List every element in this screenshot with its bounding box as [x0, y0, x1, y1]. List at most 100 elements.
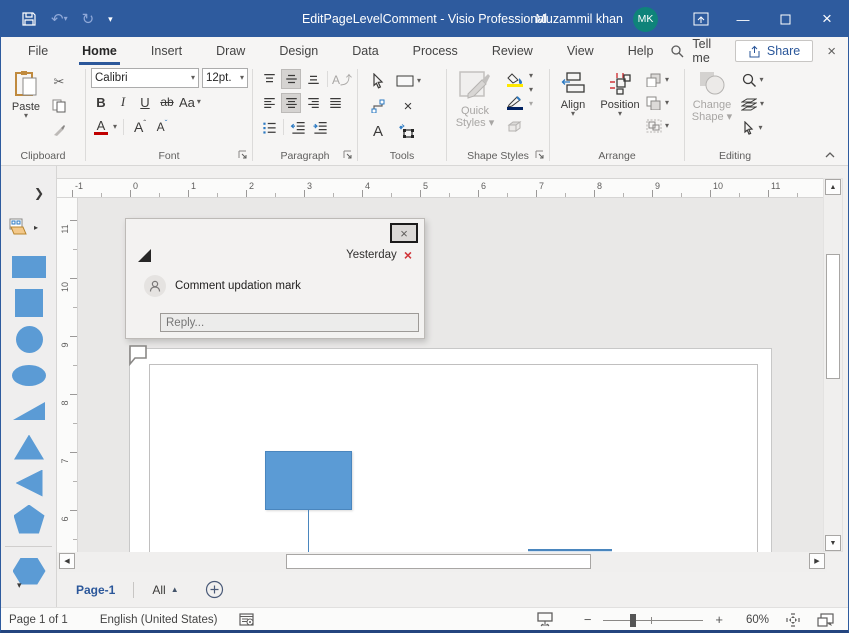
paragraph-dialog-launcher-icon[interactable]: [343, 150, 355, 162]
decrease-indent-icon[interactable]: [288, 117, 308, 137]
tab-insert[interactable]: Insert: [134, 37, 199, 65]
zoom-slider[interactable]: [603, 613, 703, 627]
new-page-button[interactable]: [205, 580, 224, 599]
maximize-button[interactable]: [764, 1, 806, 37]
fill-color-caret[interactable]: ▾: [529, 73, 533, 79]
scroll-down-icon[interactable]: ▼: [825, 535, 841, 551]
panel-more-icon[interactable]: ▾: [17, 580, 22, 591]
fit-page-icon[interactable]: [785, 612, 801, 628]
rectangle-shape[interactable]: [265, 451, 352, 510]
align-bottom-icon[interactable]: [303, 69, 323, 89]
copy-icon[interactable]: [49, 96, 69, 116]
font-color-button[interactable]: A: [91, 117, 111, 137]
tab-help[interactable]: Help: [611, 37, 671, 65]
tab-data[interactable]: Data: [335, 37, 395, 65]
reply-input[interactable]: [160, 313, 419, 332]
cut-icon[interactable]: ✂: [49, 72, 69, 92]
rectangle-tool-icon[interactable]: ▾: [396, 71, 421, 91]
zoom-in-icon[interactable]: +: [711, 612, 727, 627]
comment-bubble-icon[interactable]: [128, 344, 149, 366]
switch-windows-icon[interactable]: [817, 613, 834, 627]
redo-icon[interactable]: ↻: [82, 10, 95, 28]
grow-font-button[interactable]: Aˆ: [130, 117, 150, 137]
align-button[interactable]: Align ▾: [552, 68, 594, 147]
font-color-caret[interactable]: ▾: [113, 124, 117, 130]
effects-icon[interactable]: [505, 116, 525, 136]
user-avatar[interactable]: MK: [633, 7, 658, 32]
ribbon-display-options-icon[interactable]: [680, 1, 722, 37]
align-top-icon[interactable]: [259, 69, 279, 89]
stencil-shape-triangle[interactable]: [1, 429, 57, 465]
ribbon-close-icon[interactable]: ×: [827, 43, 836, 60]
scroll-up-icon[interactable]: ▲: [825, 179, 841, 195]
text-block-tool-icon[interactable]: [396, 121, 416, 141]
bullets-icon[interactable]: [259, 117, 279, 137]
customize-qat-icon[interactable]: ▾: [108, 14, 113, 25]
group-icon[interactable]: ▾: [646, 116, 669, 136]
tab-home[interactable]: Home: [65, 37, 134, 65]
tab-process[interactable]: Process: [396, 37, 475, 65]
align-left-icon[interactable]: [259, 93, 279, 113]
undo-icon[interactable]: ↶▾: [51, 10, 68, 28]
expand-panel-chevron-icon[interactable]: ❯: [34, 186, 44, 200]
scroll-right-icon[interactable]: ▶: [809, 553, 825, 569]
font-dialog-launcher-icon[interactable]: [238, 150, 250, 162]
stencil-shape-rectangle[interactable]: [1, 249, 57, 285]
align-middle-icon[interactable]: [281, 69, 301, 89]
fill-color-icon[interactable]: [505, 70, 525, 90]
stencil-shape-square[interactable]: [1, 285, 57, 321]
format-painter-icon[interactable]: [49, 120, 69, 140]
line-color-icon[interactable]: [505, 93, 525, 113]
align-center-icon[interactable]: [281, 93, 301, 113]
text-direction-icon[interactable]: A⤴: [332, 69, 352, 89]
underline-button[interactable]: U: [135, 92, 155, 112]
font-family-select[interactable]: Calibri▾: [91, 68, 199, 88]
presentation-mode-icon[interactable]: [536, 612, 554, 627]
close-button[interactable]: ×: [806, 1, 848, 37]
bold-button[interactable]: B: [91, 92, 111, 112]
popup-close-button[interactable]: ×: [390, 223, 418, 243]
vertical-scroll-thumb[interactable]: [826, 254, 840, 379]
page-indicator[interactable]: Page 1 of 1: [9, 614, 68, 626]
pointer-tool-icon[interactable]: [368, 71, 388, 91]
stencil-icon[interactable]: ▸: [9, 218, 38, 236]
page-tab-page1[interactable]: Page-1: [76, 583, 115, 597]
change-shape-button[interactable]: Change Shape ▾: [687, 68, 737, 147]
quick-styles-button[interactable]: Quick Styles ▾: [449, 68, 501, 147]
select-icon[interactable]: ▾: [741, 118, 764, 138]
language-indicator[interactable]: English (United States): [100, 614, 218, 626]
line-color-caret[interactable]: ▾: [529, 87, 533, 93]
horizontal-scroll-thumb[interactable]: [286, 554, 591, 569]
align-right-icon[interactable]: [303, 93, 323, 113]
tab-review[interactable]: Review: [475, 37, 550, 65]
layers-icon[interactable]: ▾: [741, 94, 764, 114]
share-button[interactable]: Share: [735, 40, 813, 62]
zoom-out-icon[interactable]: −: [580, 612, 596, 627]
stencil-shape-circle[interactable]: [1, 321, 57, 357]
scroll-left-icon[interactable]: ◀: [59, 553, 75, 569]
vertical-scrollbar[interactable]: ▲ ▼: [823, 178, 843, 552]
stencil-shape-hexagon[interactable]: [1, 553, 57, 589]
save-icon[interactable]: [21, 11, 37, 27]
delete-comment-icon[interactable]: ×: [404, 249, 412, 261]
connector-tool-icon[interactable]: [368, 96, 388, 116]
stencil-shape-ellipse[interactable]: [1, 357, 57, 393]
shrink-font-button[interactable]: Aˇ: [152, 117, 172, 137]
effects-caret[interactable]: ▾: [529, 101, 533, 107]
italic-button[interactable]: I: [113, 92, 133, 112]
status-window-icon[interactable]: [239, 613, 255, 627]
increase-indent-icon[interactable]: [310, 117, 330, 137]
connection-point-tool-icon[interactable]: ×: [398, 96, 418, 116]
user-name[interactable]: Muzammil khan: [535, 12, 623, 26]
zoom-level[interactable]: 60%: [739, 614, 769, 626]
tab-file[interactable]: File: [11, 37, 65, 65]
text-tool-icon[interactable]: A: [368, 121, 388, 141]
minimize-button[interactable]: —: [722, 1, 764, 37]
send-backward-icon[interactable]: ▾: [646, 93, 669, 113]
collapse-ribbon-icon[interactable]: [824, 151, 836, 159]
connector-shape[interactable]: [308, 510, 309, 552]
tell-me[interactable]: Tell me: [670, 37, 720, 65]
shape-styles-dialog-launcher-icon[interactable]: [535, 150, 547, 162]
bring-forward-icon[interactable]: ▾: [646, 70, 669, 90]
stencil-shape-pentagon[interactable]: [1, 501, 57, 537]
